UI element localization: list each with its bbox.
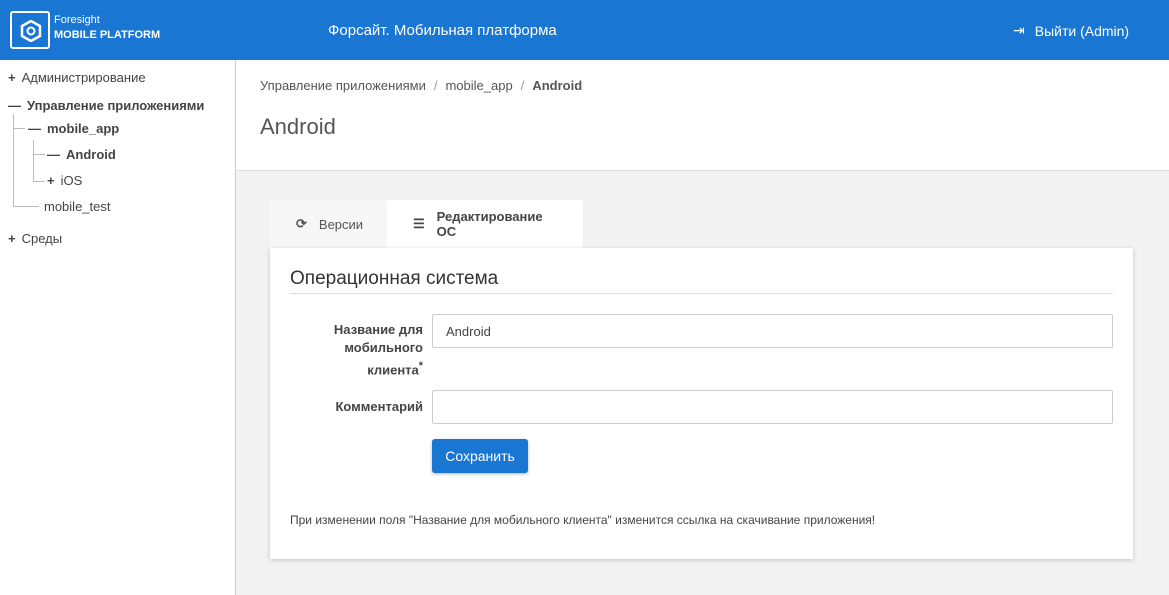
collapse-icon: — <box>28 121 41 136</box>
label: Администрирование <box>21 70 146 85</box>
tab-label: Редактирование ОС <box>436 209 543 239</box>
tab-edit-os[interactable]: ☰ Редактирование ОС <box>387 200 583 248</box>
label: Управление приложениями <box>27 98 205 113</box>
logo-icon <box>10 11 50 49</box>
sidebar-item-environments[interactable]: + Среды <box>8 231 62 246</box>
brand-product: MOBILE PLATFORM <box>54 29 161 41</box>
comment-label: Комментарий <box>335 399 423 414</box>
label: Android <box>66 147 116 162</box>
logout-label: Выйти (Admin) <box>1034 22 1130 39</box>
sidebar-item-administration[interactable]: + Администрирование <box>8 70 146 85</box>
expand-icon: + <box>47 173 55 188</box>
brand-name: Foresight <box>54 14 100 26</box>
mobile-client-name-input[interactable] <box>432 314 1113 348</box>
section-title: Операционная система <box>290 268 499 289</box>
label: mobile_test <box>44 199 111 214</box>
label: Среды <box>21 231 63 246</box>
top-bar: Foresight MOBILE PLATFORM Форсайт. Мобил… <box>0 0 1169 60</box>
expand-icon: + <box>8 231 16 246</box>
logout-icon: ⇥ <box>1013 22 1025 38</box>
label: iOS <box>60 173 83 188</box>
page-title: Android <box>260 114 336 139</box>
page-header: Управление приложениями / mobile_app / Andro… <box>236 60 1169 171</box>
sidebar-tree: + Администрирование — Управление приложени… <box>0 60 236 595</box>
collapse-icon: — <box>47 147 60 162</box>
tab-label: Версии <box>318 216 364 232</box>
expand-icon: + <box>8 70 16 85</box>
sidebar-item-app-management[interactable]: — Управление приложениями <box>8 98 204 113</box>
save-button[interactable]: Сохранить <box>432 439 528 473</box>
sidebar-item-mobile-test[interactable]: mobile_test <box>44 199 110 214</box>
sidebar-item-android[interactable]: — Android <box>47 147 116 162</box>
collapse-icon: — <box>8 98 21 113</box>
breadcrumb-link[interactable]: mobile_app <box>445 78 512 93</box>
name-label: Название для мобильного клиента* <box>333 322 423 378</box>
logout-button[interactable]: ⇥ Выйти (Admin) <box>1013 22 1129 39</box>
sidebar-item-ios[interactable]: + iOS <box>47 173 82 188</box>
sidebar-item-mobile-app[interactable]: — mobile_app <box>28 121 119 136</box>
breadcrumb-link[interactable]: Управление приложениями <box>260 78 426 93</box>
label: mobile_app <box>47 121 120 136</box>
os-form-card: Операционная система Название для мобиль… <box>270 248 1133 559</box>
refresh-icon: ⟳ <box>296 216 307 231</box>
breadcrumb: Управление приложениями / mobile_app / Andro… <box>260 78 583 93</box>
warning-note: При изменении поля "Название для мобильн… <box>290 513 876 527</box>
comment-input[interactable] <box>432 390 1113 424</box>
breadcrumb-current: Android <box>532 78 583 93</box>
tab-versions[interactable]: ⟳ Версии <box>270 200 387 248</box>
sliders-icon: ☰ <box>413 216 425 231</box>
app-title: Форсайт. Мобильная платформа <box>328 22 557 39</box>
